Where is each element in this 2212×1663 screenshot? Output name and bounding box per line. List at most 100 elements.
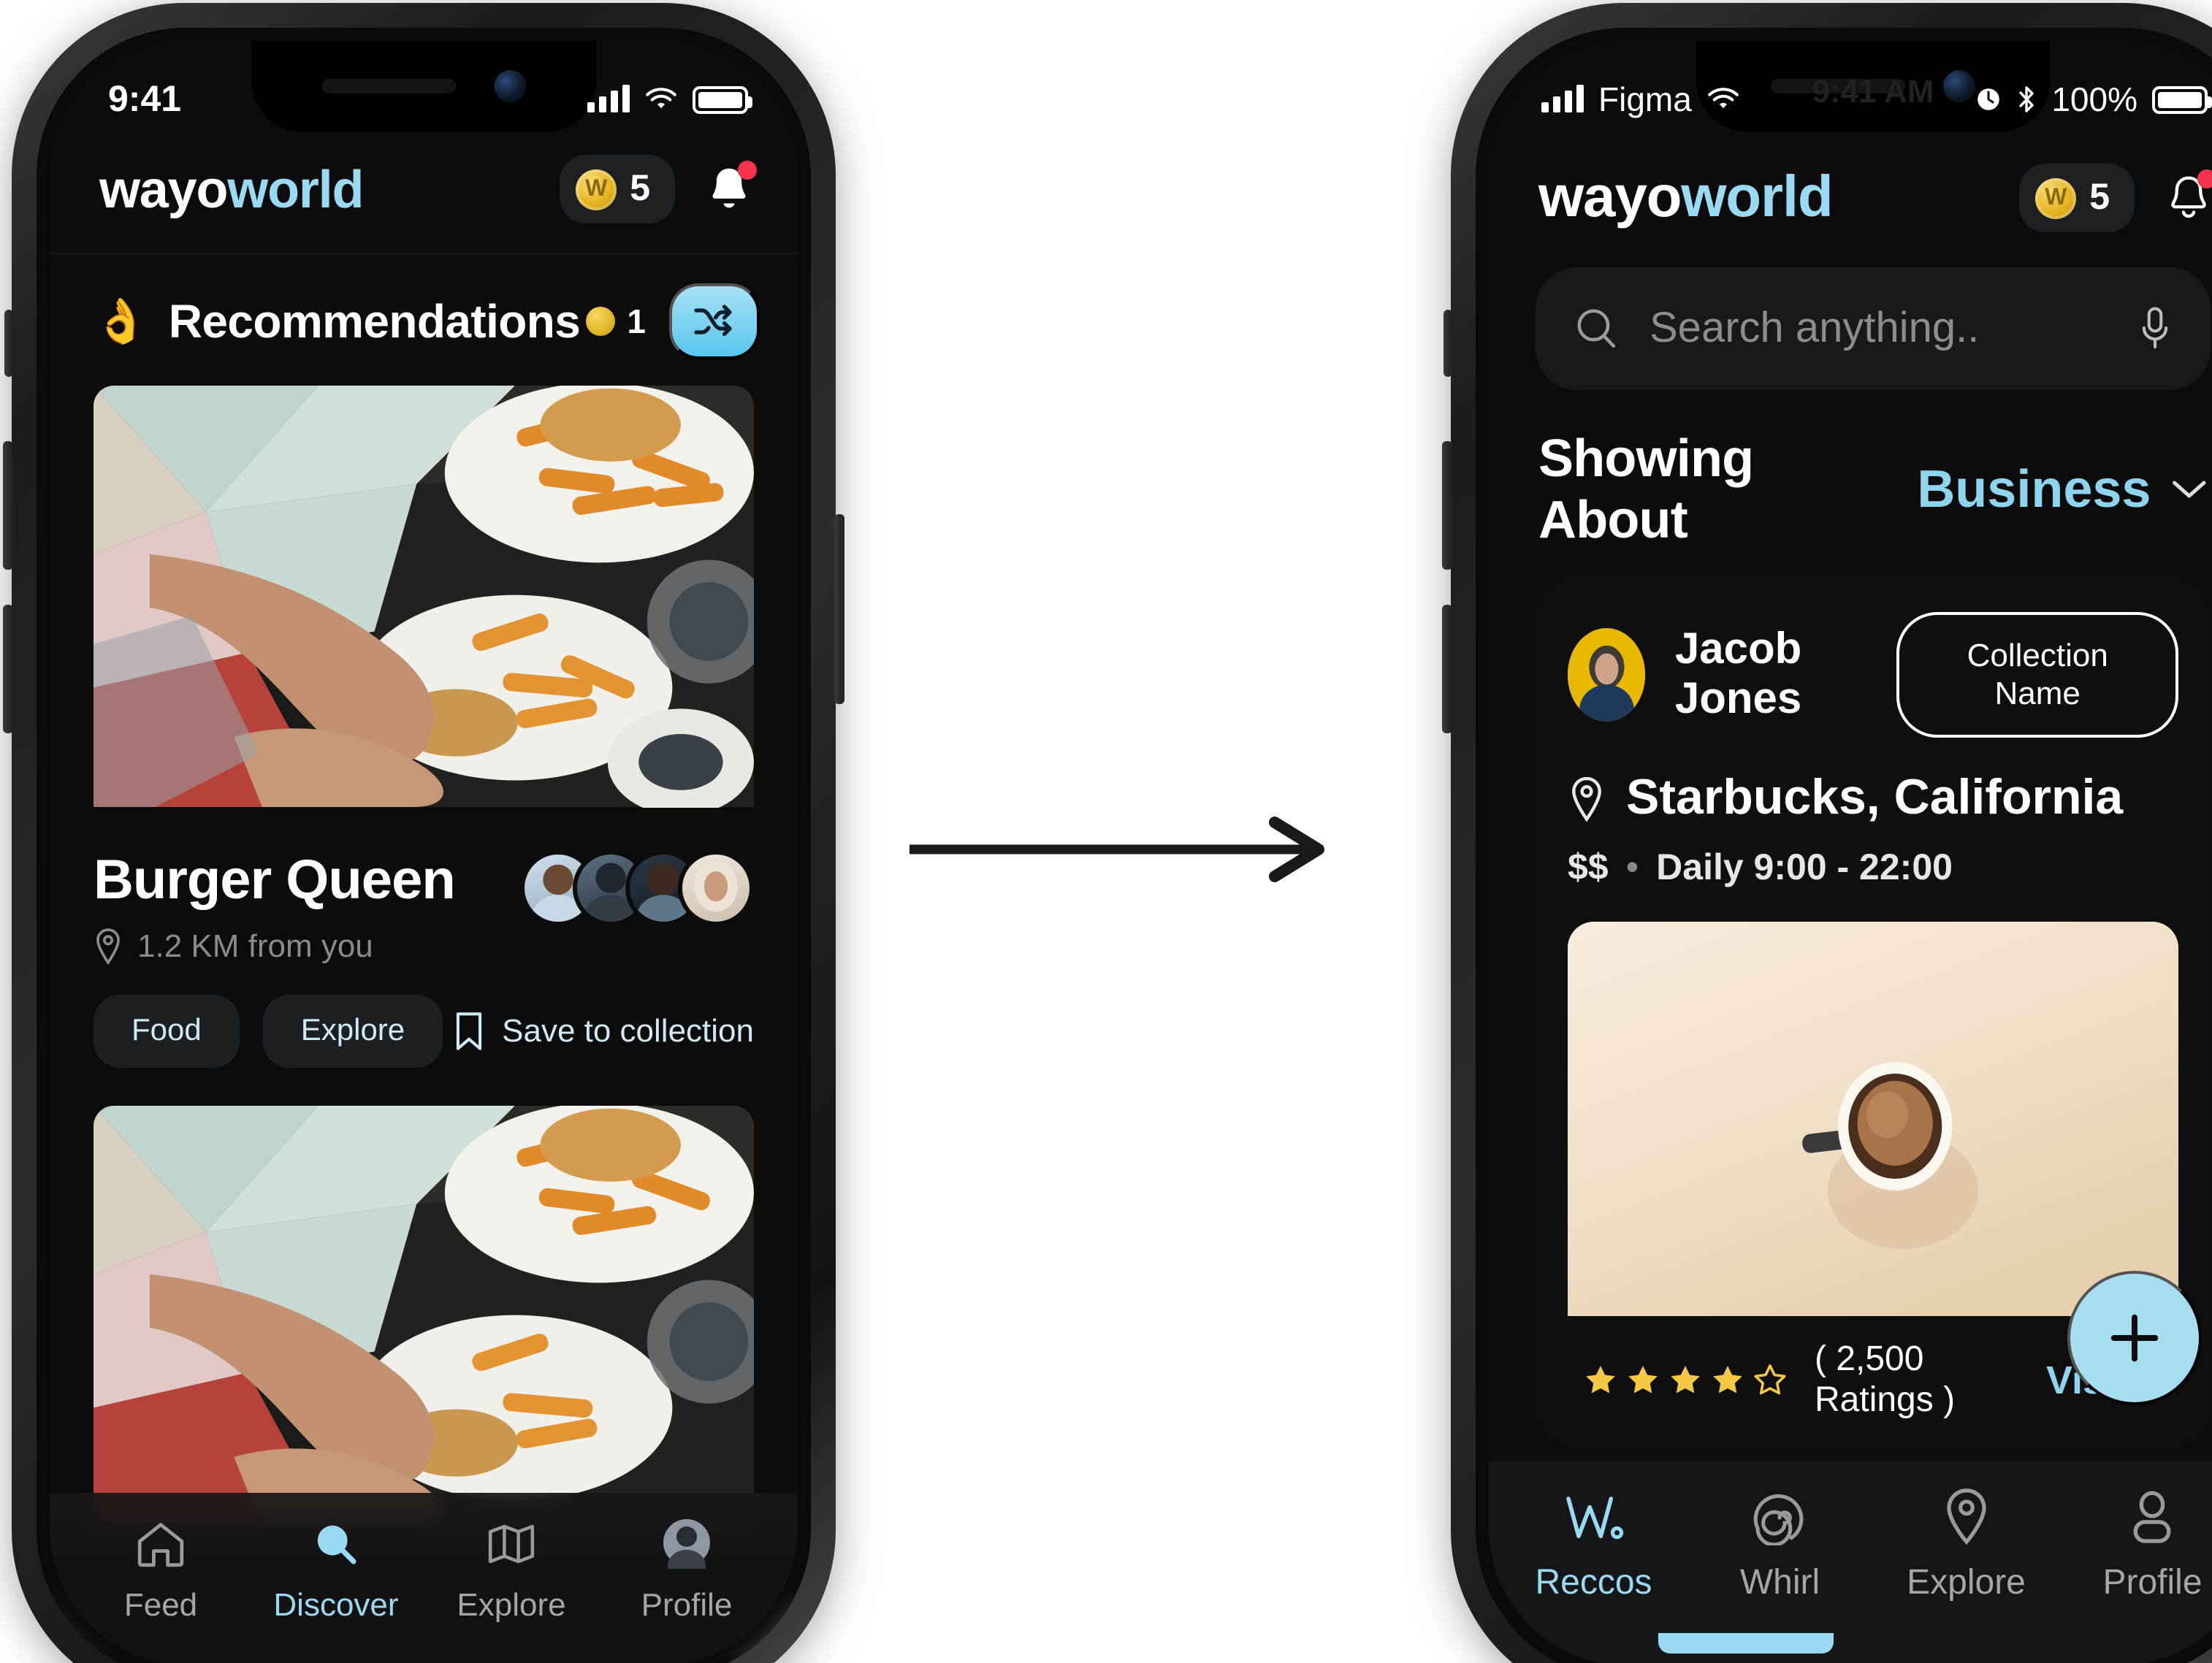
bottom-navigation: Feed Discover Explore Profile xyxy=(50,1493,798,1663)
tag-food[interactable]: Food xyxy=(94,995,240,1068)
search-icon xyxy=(1577,309,1616,348)
save-label: Save to collection xyxy=(502,1012,754,1049)
brand-part-1: wayo xyxy=(1538,165,1682,229)
app-header: wayoworld W 5 xyxy=(50,131,798,253)
tab-profile[interactable]: Profile xyxy=(599,1510,774,1624)
save-to-collection-button[interactable]: Save to collection xyxy=(452,1011,754,1052)
section-coin-count: 1 xyxy=(586,302,646,341)
brand-part-2: world xyxy=(227,158,364,218)
ok-hand-icon: 👌 xyxy=(94,297,148,345)
bookmark-icon xyxy=(456,1012,481,1050)
map-icon xyxy=(485,1510,538,1569)
ratings-count: ( 2,500 Ratings ) xyxy=(1815,1339,1956,1420)
place-photo[interactable] xyxy=(1568,922,2178,1316)
battery-icon xyxy=(2152,85,2212,113)
avatar-icon xyxy=(660,1510,713,1569)
filter-row[interactable]: Showing About Business xyxy=(1489,390,2212,577)
tab-explore[interactable]: Explore xyxy=(424,1510,599,1624)
place-details: $$ • Daily 9:00 - 22:00 xyxy=(1568,847,2178,890)
recommendation-photo-2[interactable] xyxy=(94,1106,754,1544)
person-icon xyxy=(2128,1487,2178,1545)
wayo-w-icon xyxy=(1563,1487,1625,1545)
app-logo[interactable]: wayoworld xyxy=(99,158,364,220)
star-filled-icon xyxy=(1671,1366,1700,1394)
chevron-down-icon[interactable] xyxy=(2171,476,2208,502)
tag-explore[interactable]: Explore xyxy=(262,995,443,1068)
filter-value[interactable]: Business xyxy=(1917,459,2151,520)
tab-label: Explore xyxy=(1907,1563,2026,1602)
phone-left: 9:41 wayoworld W 5 👌 Recommendations 1 B… xyxy=(3,3,844,1663)
notification-button[interactable] xyxy=(2164,169,2212,224)
star-filled-icon xyxy=(1586,1366,1615,1394)
star-rating[interactable]: ( 2,500 Ratings ) xyxy=(1582,1339,2046,1421)
star-filled-icon xyxy=(1628,1366,1658,1394)
app-header: wayoworld W 5 xyxy=(1489,131,2212,253)
tab-profile[interactable]: Profile xyxy=(2065,1487,2212,1604)
app-logo[interactable]: wayoworld xyxy=(1538,165,1834,231)
filter-prefix: Showing About xyxy=(1538,428,1754,549)
flow-canvas: 9:41 wayoworld W 5 👌 Recommendations 1 B… xyxy=(0,0,2212,1663)
cellular-bars-icon xyxy=(1541,85,1584,112)
notification-badge xyxy=(738,160,757,179)
shuffle-button[interactable] xyxy=(669,283,760,359)
right-screen: Figma 9:41 AM 100% wayoworld W 5 Search … xyxy=(1489,41,2212,1663)
search-bar[interactable]: Search anything.. xyxy=(1536,267,2211,390)
carrier-label: Figma xyxy=(1598,80,1692,118)
battery-icon xyxy=(693,85,752,113)
user-name: Jacob Jones xyxy=(1674,625,1802,723)
place-name: Starbucks, California xyxy=(1626,770,2124,825)
recommendation-photo[interactable] xyxy=(94,386,754,824)
coin-icon: W xyxy=(2035,177,2077,218)
tab-label: Explore xyxy=(457,1586,566,1623)
map-pin-icon xyxy=(1942,1487,1991,1545)
microphone-icon[interactable] xyxy=(2137,305,2173,352)
status-bar: Figma 9:41 AM 100% xyxy=(1489,41,2212,131)
status-time: 9:41 xyxy=(108,78,182,119)
phone-right: Figma 9:41 AM 100% wayoworld W 5 Search … xyxy=(1442,3,2212,1663)
section-coin-value: 1 xyxy=(627,302,646,340)
tab-discover[interactable]: Discover xyxy=(248,1510,424,1624)
distance-label: 1.2 KM from you xyxy=(137,928,373,964)
bluetooth-icon xyxy=(2019,86,2034,112)
tab-label: Whirl xyxy=(1739,1563,1820,1602)
plus-icon xyxy=(2110,1314,2159,1362)
tab-label: Reccos xyxy=(1535,1563,1652,1602)
tab-explore[interactable]: Explore xyxy=(1879,1487,2054,1604)
place-row: Starbucks, California xyxy=(1568,770,2178,827)
food-photo-art-2 xyxy=(94,1106,754,1527)
collection-name-button[interactable]: Collection Name xyxy=(1896,612,2178,738)
home-indicator xyxy=(1658,1633,1834,1654)
food-photo-art xyxy=(94,386,754,807)
tab-feed[interactable]: Feed xyxy=(73,1510,248,1624)
brand-part-2: world xyxy=(1681,165,1834,229)
tab-reccos[interactable]: Reccos xyxy=(1506,1487,1682,1604)
notification-button[interactable] xyxy=(704,160,757,215)
card-user[interactable]: Jacob Jones xyxy=(1568,625,1896,725)
alarm-icon xyxy=(1978,88,2000,110)
add-button[interactable] xyxy=(2067,1271,2202,1405)
price-level: $$ xyxy=(1568,847,1609,888)
tab-label: Profile xyxy=(2102,1563,2203,1602)
battery-percent: 100% xyxy=(2051,80,2137,118)
left-screen: 9:41 wayoworld W 5 👌 Recommendations 1 B… xyxy=(50,41,798,1663)
wifi-icon xyxy=(1708,88,1739,109)
section-title: Recommendations xyxy=(168,294,581,347)
wifi-icon xyxy=(646,88,676,109)
opening-hours: Daily 9:00 - 22:00 xyxy=(1656,847,1953,888)
cellular-bars-icon xyxy=(587,85,630,112)
search-input[interactable]: Search anything.. xyxy=(1650,305,2108,353)
coin-balance-pill[interactable]: W 5 xyxy=(2019,164,2135,232)
home-icon xyxy=(134,1510,187,1569)
brand-part-1: wayo xyxy=(99,158,228,218)
recommendation-meta: Burger Queen 1.2 KM from you Food Explor… xyxy=(50,824,798,1068)
tab-whirl[interactable]: Whirl xyxy=(1693,1487,1868,1604)
coin-balance-pill[interactable]: W 5 xyxy=(560,155,675,223)
notification-badge xyxy=(2197,169,2212,188)
tab-label: Profile xyxy=(641,1586,733,1623)
coin-count: 5 xyxy=(630,168,650,209)
bottom-navigation: Reccos Whirl Explore Profile xyxy=(1489,1461,2212,1663)
star-filled-icon xyxy=(1713,1366,1742,1394)
avatar xyxy=(1568,628,1646,722)
location-pin-icon xyxy=(96,928,120,966)
followers-avatar-stack[interactable] xyxy=(520,850,754,926)
